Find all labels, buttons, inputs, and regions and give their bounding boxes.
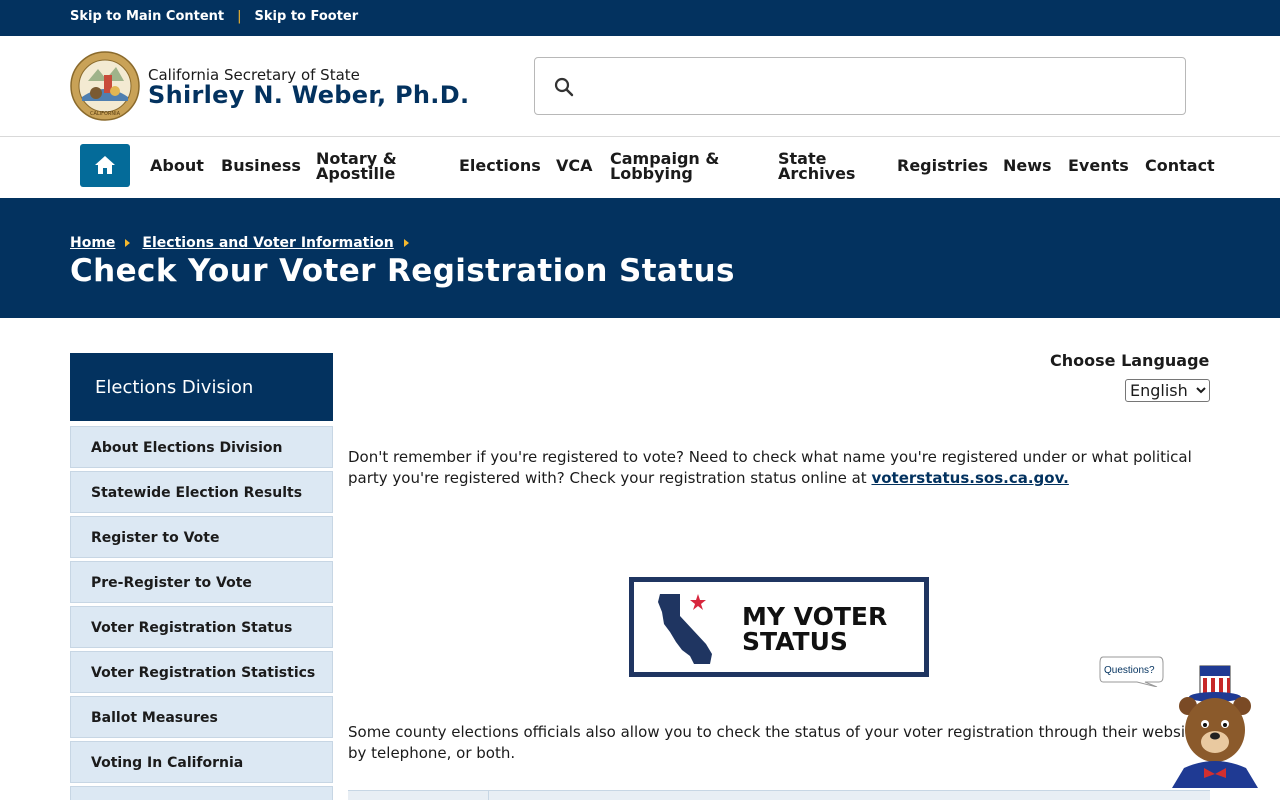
nav-state-archives[interactable]: State Archives bbox=[778, 151, 858, 182]
sidebar-menu: About Elections Division Statewide Elect… bbox=[70, 426, 333, 800]
chat-bubble[interactable]: Questions? bbox=[1099, 655, 1165, 687]
page-header-band: Home Elections and Voter Information Che… bbox=[0, 198, 1280, 318]
table-column-divider bbox=[488, 791, 489, 800]
home-button[interactable] bbox=[80, 144, 130, 187]
nav-news[interactable]: News bbox=[1003, 158, 1052, 174]
sidebar-item-more[interactable] bbox=[70, 786, 333, 800]
skip-bar: Skip to Main Content | Skip to Footer bbox=[0, 0, 1280, 36]
search-box[interactable] bbox=[534, 57, 1186, 115]
california-map-icon bbox=[658, 594, 712, 664]
home-icon bbox=[95, 156, 115, 174]
breadcrumb-home-link[interactable]: Home bbox=[70, 235, 115, 251]
breadcrumb: Home Elections and Voter Information bbox=[70, 235, 421, 251]
sidebar-item-about-elections-division[interactable]: About Elections Division bbox=[70, 426, 333, 468]
sidebar-item-statewide-election-results[interactable]: Statewide Election Results bbox=[70, 471, 333, 513]
breadcrumb-caret-icon bbox=[403, 239, 409, 247]
my-voter-status-banner[interactable]: MY VOTER STATUS bbox=[629, 577, 929, 677]
nav-notary-apostille[interactable]: Notary & Apostille bbox=[316, 151, 416, 182]
voterstatus-link[interactable]: voterstatus.sos.ca.gov. bbox=[871, 469, 1068, 487]
intro-paragraph: Don't remember if you're registered to v… bbox=[348, 447, 1210, 489]
search-input[interactable] bbox=[587, 68, 1167, 104]
choose-language-label: Choose Language bbox=[1050, 351, 1210, 370]
site-header: CALIFORNIA California Secretary of State… bbox=[0, 36, 1280, 137]
county-table bbox=[348, 790, 1210, 800]
banner-line-2: STATUS bbox=[742, 627, 848, 656]
nav-about[interactable]: About bbox=[150, 158, 204, 174]
nav-events[interactable]: Events bbox=[1068, 158, 1129, 174]
breadcrumb-caret-icon bbox=[125, 239, 131, 247]
nav-vca[interactable]: VCA bbox=[556, 158, 593, 174]
nav-contact[interactable]: Contact bbox=[1145, 158, 1215, 174]
banner-text: MY VOTER STATUS bbox=[742, 604, 887, 654]
skip-to-main-link[interactable]: Skip to Main Content bbox=[70, 9, 224, 24]
skip-separator: | bbox=[237, 9, 242, 24]
county-paragraph: Some county elections officials also all… bbox=[348, 723, 1205, 762]
official-name[interactable]: Shirley N. Weber, Ph.D. bbox=[148, 81, 469, 109]
state-seal-icon[interactable]: CALIFORNIA bbox=[70, 51, 140, 121]
sidebar-title[interactable]: Elections Division bbox=[70, 353, 333, 421]
search-icon[interactable] bbox=[553, 76, 575, 98]
main-nav: About Business Notary & Apostille Electi… bbox=[0, 137, 1280, 198]
banner-line-1: MY VOTER bbox=[742, 602, 888, 631]
sidebar-item-voter-registration-statistics[interactable]: Voter Registration Statistics bbox=[70, 651, 333, 693]
sidebar-item-voting-in-california[interactable]: Voting In California bbox=[70, 741, 333, 783]
sidebar-item-pre-register-to-vote[interactable]: Pre-Register to Vote bbox=[70, 561, 333, 603]
sidebar-item-ballot-measures[interactable]: Ballot Measures bbox=[70, 696, 333, 738]
sidebar-item-register-to-vote[interactable]: Register to Vote bbox=[70, 516, 333, 558]
breadcrumb-elections-link[interactable]: Elections and Voter Information bbox=[142, 235, 393, 251]
sidebar-item-voter-registration-status[interactable]: Voter Registration Status bbox=[70, 606, 333, 648]
chat-bubble-text: Questions? bbox=[1104, 665, 1155, 676]
nav-elections[interactable]: Elections bbox=[459, 158, 541, 174]
skip-to-footer-link[interactable]: Skip to Footer bbox=[255, 9, 359, 24]
nav-business[interactable]: Business bbox=[221, 158, 301, 174]
language-select[interactable]: English bbox=[1125, 379, 1210, 402]
nav-campaign-lobbying[interactable]: Campaign & Lobbying bbox=[610, 151, 720, 182]
svg-text:CALIFORNIA: CALIFORNIA bbox=[90, 111, 121, 117]
skip-links: Skip to Main Content | Skip to Footer bbox=[70, 9, 358, 24]
nav-registries[interactable]: Registries bbox=[897, 158, 988, 174]
chatbot-bear-mascot-icon[interactable] bbox=[1170, 664, 1262, 788]
page-title: Check Your Voter Registration Status bbox=[70, 253, 735, 289]
